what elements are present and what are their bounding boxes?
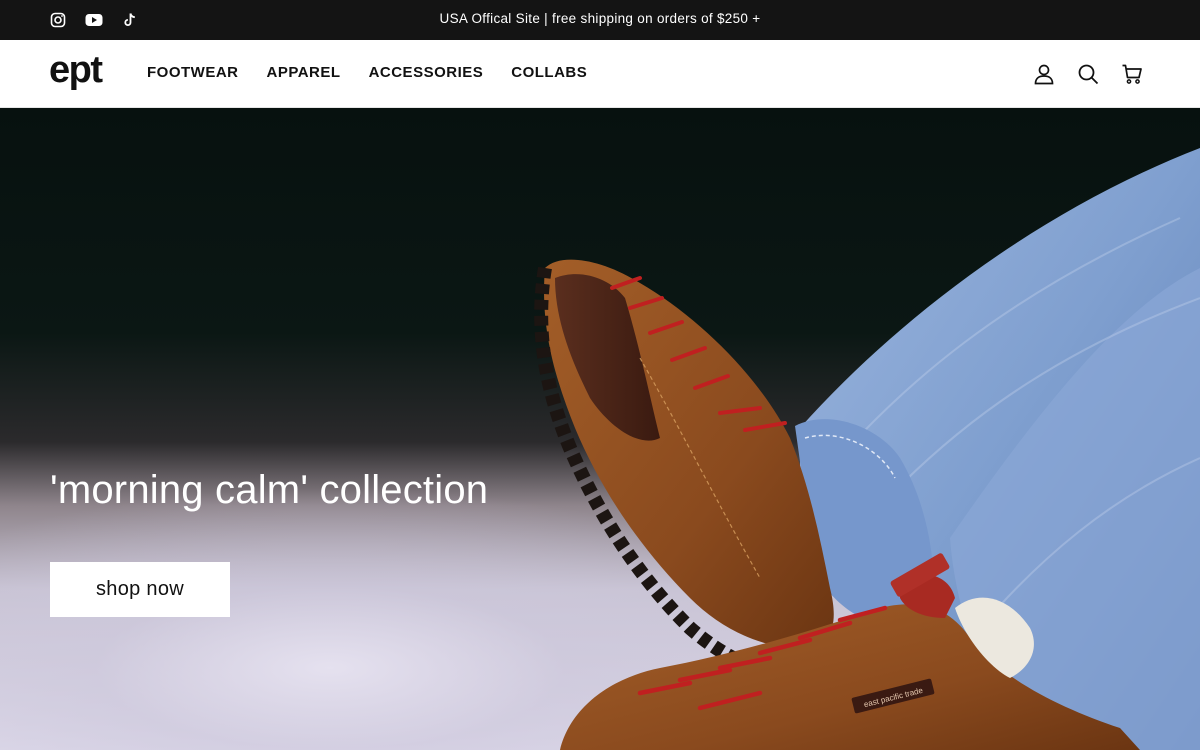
account-icon[interactable] — [1032, 62, 1056, 86]
site-logo[interactable]: ept — [49, 50, 103, 90]
hero-headline: 'morning calm' collection — [50, 468, 489, 512]
shop-now-button[interactable]: shop now — [50, 562, 230, 617]
nav-collabs[interactable]: COLLABS — [511, 64, 587, 81]
search-icon[interactable] — [1076, 62, 1100, 86]
nav-footwear[interactable]: FOOTWEAR — [147, 64, 239, 81]
hero-banner: east pacific trade 'morning calm' collec… — [0, 108, 1200, 750]
header-tools — [1032, 62, 1144, 86]
nav-accessories[interactable]: ACCESSORIES — [369, 64, 484, 81]
announcement-bar: USA Offical Site | free shipping on orde… — [0, 0, 1200, 40]
site-header: ept FOOTWEAR APPAREL ACCESSORIES COLLABS — [0, 40, 1200, 108]
hero-image: east pacific trade — [534, 148, 1200, 750]
nav-apparel[interactable]: APPAREL — [267, 64, 341, 81]
announcement-text: USA Offical Site | free shipping on orde… — [439, 11, 761, 26]
cart-icon[interactable] — [1120, 62, 1144, 86]
main-nav: FOOTWEAR APPAREL ACCESSORIES COLLABS — [147, 64, 587, 81]
